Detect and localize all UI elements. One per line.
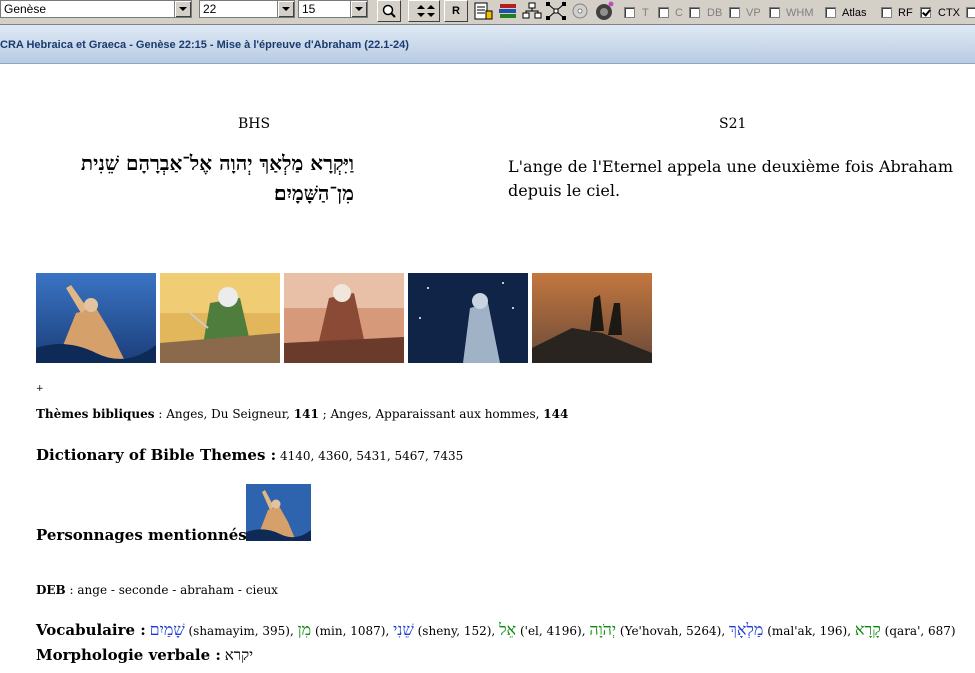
checkbox-t-label: T	[642, 7, 649, 19]
vocab-info-2: (min, 1087),	[311, 624, 394, 638]
vocabulaire-line: Vocabulaire : שָׁמַיִם (shamayim, 395), …	[36, 620, 956, 640]
vocab-hebrew-1[interactable]: שָׁמַיִם	[150, 620, 185, 639]
scroll-stepper[interactable]	[408, 0, 440, 22]
vocab-info-5: (Ye'hovah, 5264),	[616, 624, 729, 638]
checkbox-db[interactable]	[689, 7, 700, 18]
hebrew-verse-text[interactable]: וַיִּקְרָא מַלְאַךְ יְהוָה אֶל־אַבְרָהָם…	[36, 148, 354, 208]
checkbox-rf-label: RF	[898, 7, 913, 19]
personnages-line: Personnages mentionnés : +	[36, 526, 268, 544]
s21-header: S21	[719, 116, 747, 132]
themes-colon: :	[154, 407, 167, 421]
window-titlebar: CRA Hebraica et Graeca - Genèse 22:15 - …	[0, 25, 975, 64]
picture-isaac-on-altar[interactable]	[284, 273, 404, 363]
checkbox-c[interactable]	[658, 7, 669, 18]
checkbox-vp[interactable]	[729, 7, 740, 18]
deb-line: DEB : ange - seconde - abraham - cieux	[36, 583, 278, 597]
theme-number-2: 144	[543, 407, 569, 421]
r-button[interactable]: R	[444, 0, 468, 22]
vocab-hebrew-6[interactable]: מַלְאָךְ	[729, 620, 763, 639]
chevron-down-icon[interactable]	[277, 1, 294, 17]
vocab-hebrew-2[interactable]: מִן	[298, 620, 312, 639]
vocab-hebrew-7[interactable]: קָרָא	[855, 620, 881, 639]
checkbox-whm-label: WHM	[786, 7, 814, 19]
deb-label: DEB	[36, 583, 66, 597]
bhs-header: BHS	[238, 116, 271, 132]
french-verse-text[interactable]: L'ange de l'Eternel appela une deuxième …	[508, 155, 953, 203]
morphologie-label: Morphologie verbale :	[36, 646, 221, 664]
vocab-hebrew-4[interactable]: אֵל	[499, 620, 516, 639]
vocabulaire-label: Vocabulaire :	[36, 621, 146, 639]
picture-abraham-looking-up[interactable]	[36, 273, 156, 363]
dictionary-line: Dictionary of Bible Themes : 4140, 4360,…	[36, 446, 463, 464]
verse-select-value: 15	[302, 2, 316, 16]
toolbar: Genèse 22 15 R T C DB VP WHM Atlas RF CT…	[0, 0, 975, 25]
checkbox-rf[interactable]	[881, 7, 892, 18]
document-icon[interactable]	[472, 1, 494, 21]
theme-separator: ;	[318, 407, 331, 421]
book-select[interactable]: Genèse	[0, 0, 192, 18]
verse-select[interactable]: 15	[298, 0, 368, 18]
books-icon[interactable]	[497, 1, 519, 21]
deb-values[interactable]: : ange - seconde - abraham - cieux	[66, 583, 278, 597]
vocab-hebrew-5[interactable]: יְהֹוָה	[589, 620, 616, 639]
search-button[interactable]	[377, 0, 401, 22]
magnifier-icon	[382, 4, 396, 18]
checkbox-atlas-label: Atlas	[842, 7, 867, 19]
checkbox-extra[interactable]	[966, 7, 975, 18]
up-down-arrows-icon	[417, 5, 435, 17]
globe-icon[interactable]	[593, 1, 615, 21]
picture-abraham-with-knife[interactable]	[160, 273, 280, 363]
vocab-info-4: ('el, 4196),	[516, 624, 590, 638]
checkbox-db-label: DB	[707, 7, 723, 19]
tree-icon[interactable]	[521, 1, 543, 21]
vocab-info-3: (sheny, 152),	[413, 624, 500, 638]
verse-view: BHS S21 וַיִּקְרָא מַלְאַךְ יְהוָה אֶל־א…	[0, 64, 975, 673]
checkbox-ctx[interactable]	[920, 7, 931, 18]
chapter-select[interactable]: 22	[199, 0, 295, 18]
morphologie-line: Morphologie verbale : יקרא	[36, 646, 253, 665]
theme-number-1: 141	[293, 407, 319, 421]
chevron-down-icon[interactable]	[174, 1, 191, 17]
checkbox-atlas[interactable]	[825, 7, 836, 18]
vocab-info-7: (qara', 687)	[880, 624, 956, 638]
checkbox-c-label: C	[675, 7, 683, 19]
chevron-down-icon[interactable]	[350, 1, 367, 17]
window-title: CRA Hebraica et Graeca - Genèse 22:15 - …	[0, 39, 409, 51]
disc-icon[interactable]	[569, 1, 591, 21]
dictionary-label: Dictionary of Bible Themes :	[36, 446, 277, 464]
checkbox-vp-label: VP	[746, 7, 761, 19]
checkbox-t[interactable]	[624, 7, 635, 18]
picture-mountain-silhouette[interactable]	[532, 273, 652, 363]
theme-item-1[interactable]: Anges, Du Seigneur,	[166, 407, 294, 421]
expand-marker[interactable]: +	[36, 384, 44, 394]
dictionary-values[interactable]: 4140, 4360, 5431, 5467, 7435	[280, 449, 463, 463]
checkbox-ctx-label: CTX	[938, 7, 960, 19]
personnages-label: Personnages mentionnés :	[36, 526, 258, 544]
themes-line: Thèmes bibliques : Anges, Du Seigneur, 1…	[36, 407, 568, 421]
vocab-hebrew-3[interactable]: שֵׁנִי	[393, 620, 414, 639]
vocab-info-6: (mal'ak, 196),	[763, 624, 855, 638]
theme-item-2[interactable]: Anges, Apparaissant aux hommes,	[331, 407, 544, 421]
picture-abraham-night-sky[interactable]	[408, 273, 528, 363]
network-icon[interactable]	[545, 1, 567, 21]
morphologie-value[interactable]: יקרא	[225, 646, 253, 664]
themes-label: Thèmes bibliques	[36, 407, 155, 421]
chapter-select-value: 22	[203, 2, 217, 16]
book-select-value: Genèse	[4, 2, 47, 16]
picture-abraham-thumbnail[interactable]	[246, 484, 311, 541]
checkbox-whm[interactable]	[769, 7, 780, 18]
vocab-info-1: (shamayim, 395),	[184, 624, 298, 638]
